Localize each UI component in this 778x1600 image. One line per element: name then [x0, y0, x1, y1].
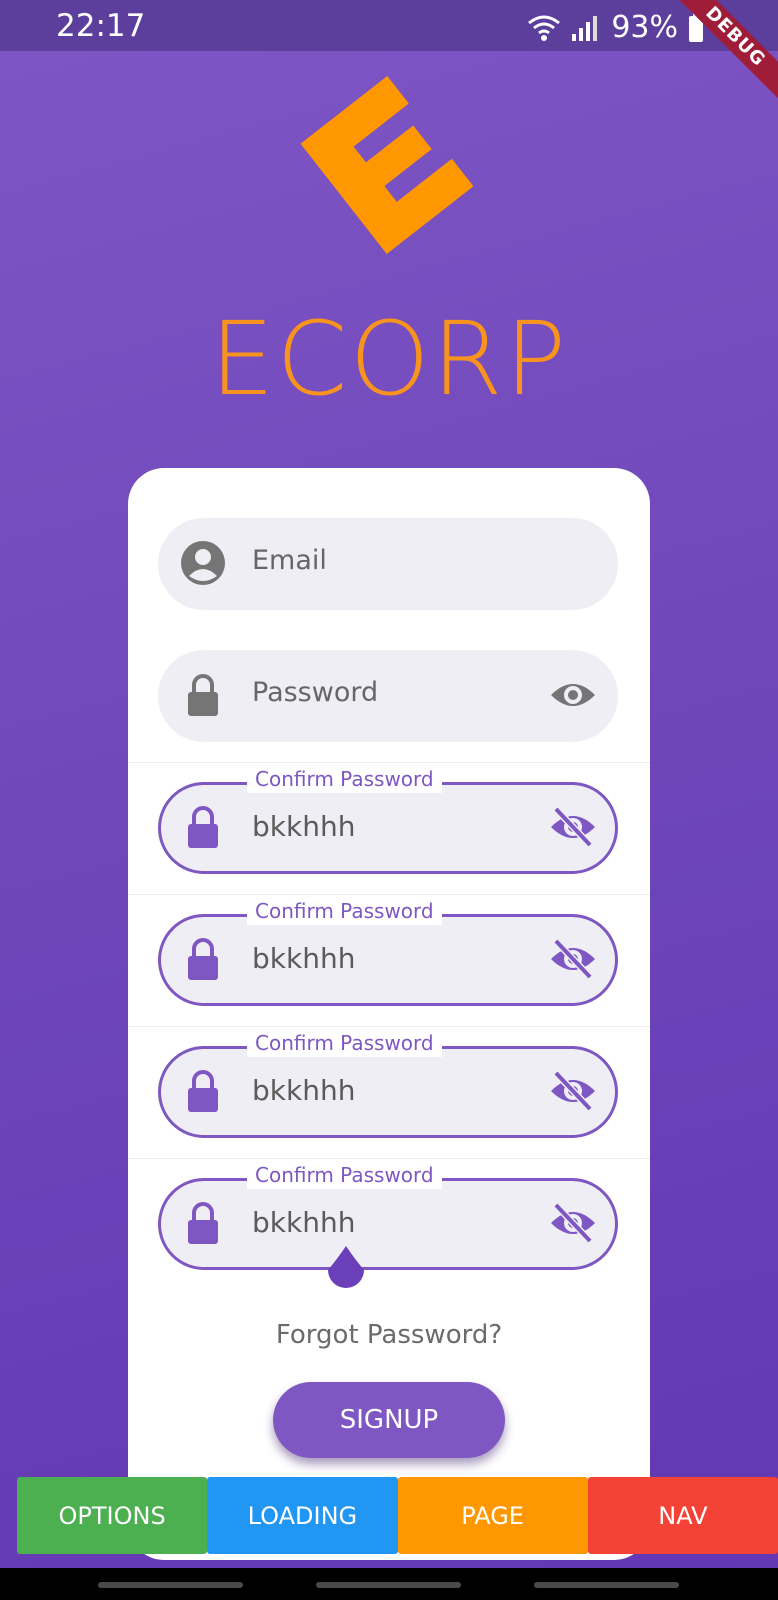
confirm-password-value: bkkhhh [252, 1074, 356, 1107]
confirm-password-field[interactable]: Confirm Password bkkhhh [158, 897, 618, 1006]
lock-icon [188, 938, 218, 980]
nav-pill[interactable] [316, 1582, 461, 1588]
bottom-buttons: OPTIONS LOADING PAGE NAV [17, 1477, 778, 1554]
confirm-password-label: Confirm Password [247, 1161, 442, 1189]
signup-button[interactable]: SIGNUP [273, 1382, 505, 1458]
password-field[interactable]: Password [158, 650, 618, 742]
status-icons: 93% [527, 10, 704, 45]
wifi-icon [528, 15, 561, 41]
lock-icon [188, 674, 218, 716]
options-button[interactable]: OPTIONS [17, 1477, 208, 1554]
account-circle-icon [181, 541, 225, 585]
divider [128, 762, 650, 763]
lock-icon [188, 1202, 218, 1244]
loading-button[interactable]: LOADING [207, 1477, 398, 1554]
page-button[interactable]: PAGE [397, 1477, 588, 1554]
lock-icon [188, 1070, 218, 1112]
eye-off-icon[interactable] [550, 939, 596, 979]
lock-icon [188, 806, 218, 848]
eye-off-icon[interactable] [550, 1203, 596, 1243]
eye-off-icon[interactable] [550, 807, 596, 847]
confirm-password-label: Confirm Password [247, 897, 442, 925]
nav-pill[interactable] [98, 1582, 243, 1588]
signup-card: Email Password Confirm Password bkkhhh C… [128, 468, 650, 1560]
brand-title: ECORP [209, 300, 569, 419]
signal-icon [572, 15, 598, 41]
nav-pill[interactable] [534, 1582, 679, 1588]
nav-button[interactable]: NAV [587, 1477, 778, 1554]
confirm-password-value: bkkhhh [252, 1206, 356, 1239]
confirm-password-label: Confirm Password [247, 765, 442, 793]
ecorp-logo [300, 75, 474, 255]
status-bar: 22:17 93% [0, 0, 778, 51]
password-placeholder: Password [252, 677, 379, 708]
battery-percent: 93% [611, 10, 678, 45]
email-placeholder: Email [252, 545, 327, 576]
confirm-password-field[interactable]: Confirm Password bkkhhh [158, 1029, 618, 1138]
system-nav-bar [0, 1568, 778, 1600]
eye-icon[interactable] [550, 675, 596, 715]
confirm-password-field[interactable]: Confirm Password bkkhhh [158, 1161, 618, 1270]
eye-off-icon[interactable] [550, 1071, 596, 1111]
divider [128, 1158, 650, 1159]
confirm-password-field[interactable]: Confirm Password bkkhhh [158, 765, 618, 874]
text-cursor-handle[interactable] [324, 1244, 368, 1296]
divider [128, 1026, 650, 1027]
status-time: 22:17 [56, 8, 146, 44]
confirm-password-label: Confirm Password [247, 1029, 442, 1057]
divider [128, 894, 650, 895]
confirm-password-value: bkkhhh [252, 942, 356, 975]
forgot-password-link[interactable]: Forgot Password? [128, 1320, 650, 1350]
confirm-password-value: bkkhhh [252, 810, 356, 843]
email-field[interactable]: Email [158, 518, 618, 610]
